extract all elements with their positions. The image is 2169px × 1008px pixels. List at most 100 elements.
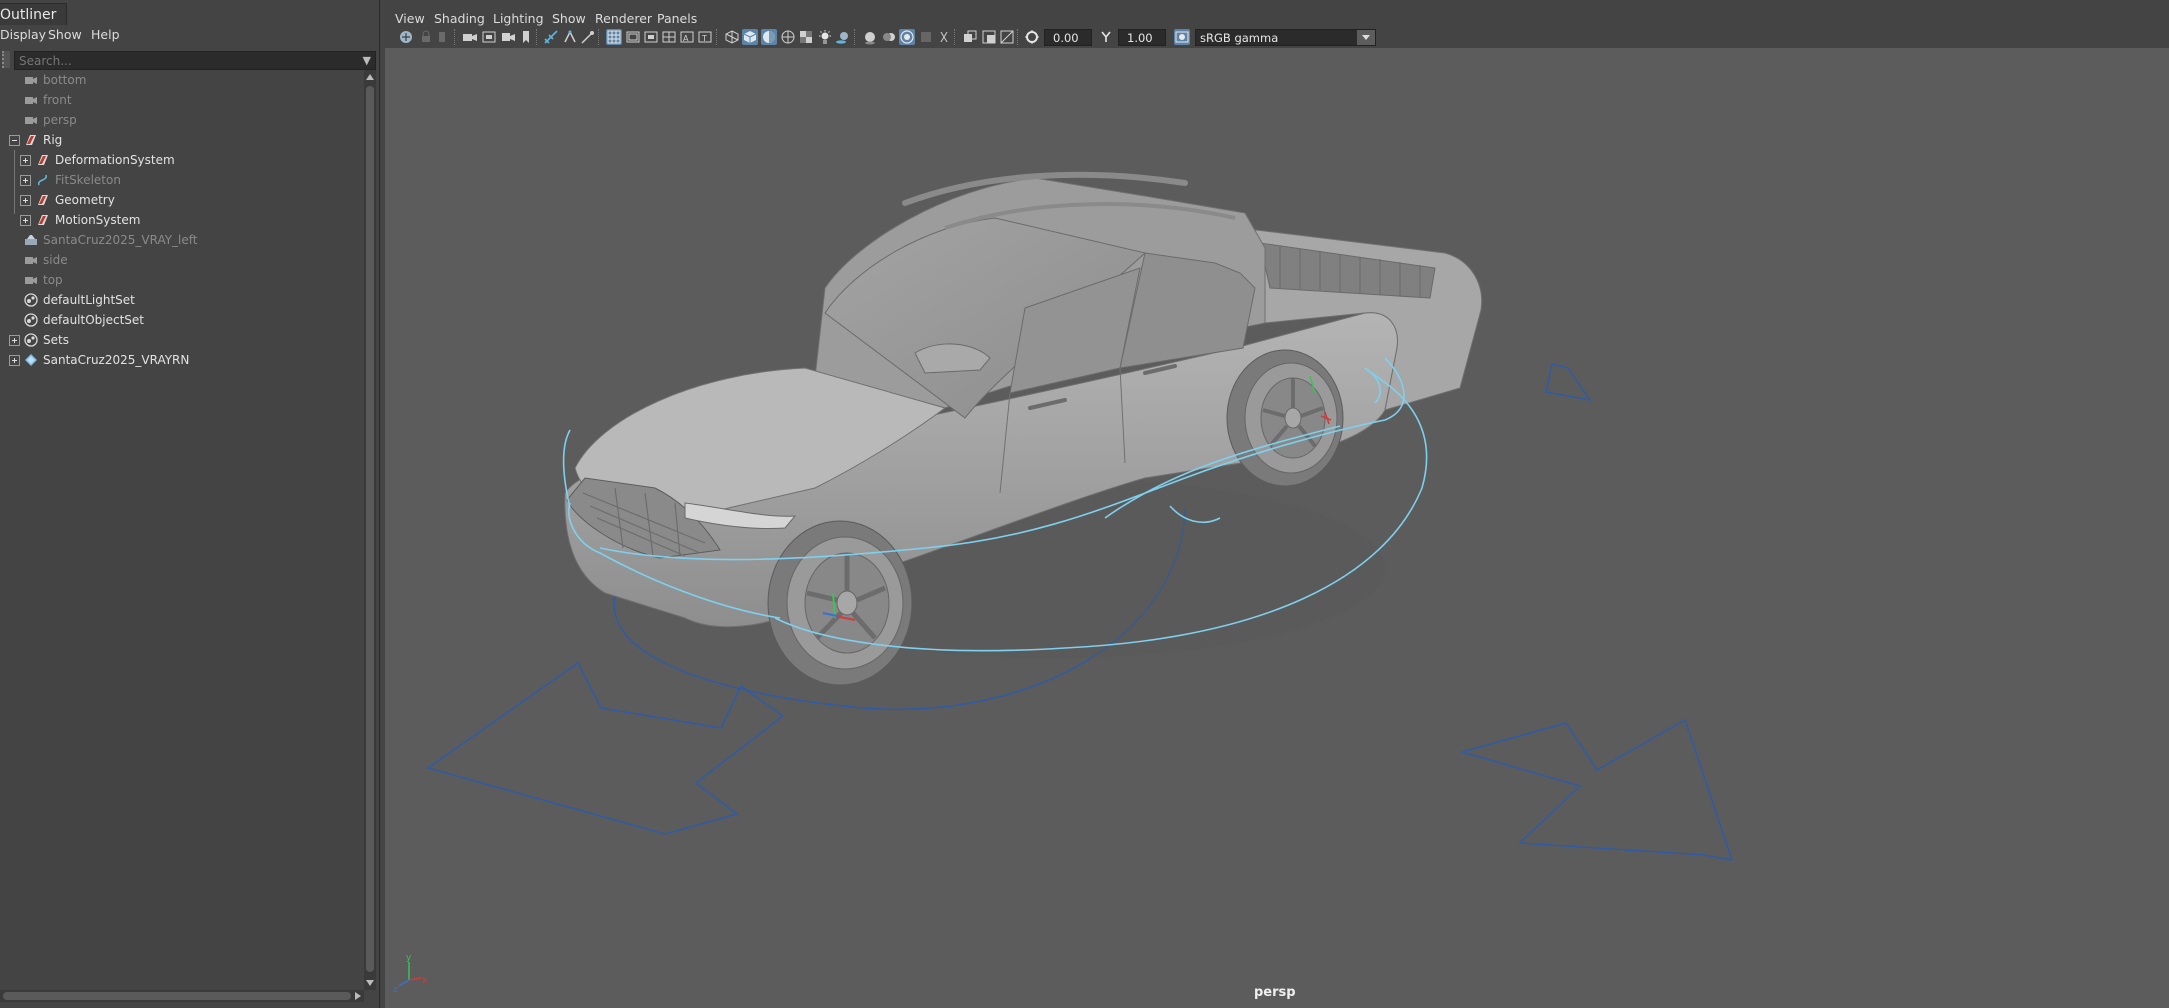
right-small-arrow bbox=[1545, 363, 1592, 402]
lock-camera-icon[interactable] bbox=[418, 29, 434, 45]
tree-item-defaultlightset[interactable]: defaultLightSet bbox=[0, 290, 362, 310]
screen-space-ao-icon[interactable] bbox=[862, 29, 878, 45]
panel-menu-lighting[interactable]: Lighting bbox=[493, 11, 544, 26]
expand-toggle[interactable] bbox=[9, 335, 20, 346]
outliner-search-input[interactable] bbox=[15, 52, 349, 69]
exposure-field[interactable]: 0.00 bbox=[1044, 29, 1092, 46]
panel-menu-show[interactable]: Show bbox=[552, 11, 586, 26]
xray-icon[interactable] bbox=[936, 29, 952, 45]
set-icon bbox=[24, 293, 38, 307]
gamma-field[interactable]: 1.00 bbox=[1118, 29, 1166, 46]
outliner-tab-title[interactable]: Outliner bbox=[0, 3, 67, 27]
expand-toggle[interactable] bbox=[20, 215, 31, 226]
panel-menu-view[interactable]: View bbox=[395, 11, 425, 26]
panel-menu-panels[interactable]: Panels bbox=[657, 11, 697, 26]
tree-item-label: MotionSystem bbox=[55, 213, 141, 227]
camera-attributes-icon[interactable] bbox=[462, 29, 478, 45]
smooth-shade-icon[interactable] bbox=[742, 29, 758, 45]
rear-right-arrow bbox=[1459, 718, 1734, 861]
expand-toggle[interactable] bbox=[20, 175, 31, 186]
bookmark-icon[interactable] bbox=[434, 29, 450, 45]
depth-of-field-icon[interactable] bbox=[918, 29, 934, 45]
camera-icon bbox=[25, 77, 37, 84]
tree-item-defaultobjectset[interactable]: defaultObjectSet bbox=[0, 310, 362, 330]
isolate-select-icon[interactable] bbox=[962, 29, 978, 45]
set-icon bbox=[24, 333, 38, 347]
outliner-tree: bottom front persp Rig DeformationSystem… bbox=[0, 70, 362, 990]
tree-item-deformationsystem[interactable]: DeformationSystem bbox=[0, 150, 362, 170]
tree-item-label: persp bbox=[43, 113, 77, 127]
group-icon bbox=[38, 195, 48, 205]
panel-menu-shading[interactable]: Shading bbox=[434, 11, 485, 26]
default-material-icon[interactable] bbox=[761, 29, 777, 45]
wireframe-shading-icon[interactable] bbox=[724, 29, 740, 45]
checker-icon[interactable] bbox=[798, 29, 814, 45]
gate-mask-icon[interactable] bbox=[643, 29, 659, 45]
tree-item-vray-light[interactable]: SantaCruz2025_VRAY_left bbox=[0, 230, 362, 250]
view-transform-icon[interactable] bbox=[1174, 29, 1190, 45]
tree-item-side[interactable]: side bbox=[0, 250, 362, 270]
tree-item-front[interactable]: front bbox=[0, 90, 362, 110]
outliner-vertical-scrollbar[interactable] bbox=[364, 70, 376, 990]
tree-item-persp[interactable]: persp bbox=[0, 110, 362, 130]
expand-toggle[interactable] bbox=[9, 355, 20, 366]
exposure-icon[interactable] bbox=[1024, 29, 1040, 45]
scroll-up-icon[interactable] bbox=[366, 74, 374, 80]
scrollbar-thumb[interactable] bbox=[366, 86, 374, 972]
safe-title-icon[interactable]: T bbox=[697, 29, 713, 45]
tree-item-motionsystem[interactable]: MotionSystem bbox=[0, 210, 362, 230]
resolution-gate-icon[interactable] bbox=[580, 29, 596, 45]
select-camera-icon[interactable] bbox=[398, 29, 414, 45]
xray-active-icon[interactable] bbox=[999, 29, 1015, 45]
field-chart-icon[interactable] bbox=[661, 29, 677, 45]
tree-item-geometry[interactable]: Geometry bbox=[0, 190, 362, 210]
image-plane-icon[interactable] bbox=[481, 29, 497, 45]
scroll-right-icon[interactable] bbox=[355, 992, 361, 1000]
wireframe-grid-icon[interactable] bbox=[606, 29, 622, 45]
anti-aliasing-icon[interactable] bbox=[899, 29, 915, 45]
film-gate-icon[interactable] bbox=[562, 29, 578, 45]
tree-item-reference[interactable]: SantaCruz2025_VRAYRN bbox=[0, 350, 362, 370]
textured-icon[interactable] bbox=[780, 29, 796, 45]
tree-item-label: Sets bbox=[43, 333, 69, 347]
tree-item-label: top bbox=[43, 273, 63, 287]
shadows-icon[interactable] bbox=[835, 29, 851, 45]
outliner-menu-show[interactable]: Show bbox=[48, 27, 82, 42]
panel-menu-renderer[interactable]: Renderer bbox=[595, 11, 652, 26]
expand-toggle[interactable] bbox=[20, 155, 31, 166]
expand-toggle[interactable] bbox=[20, 195, 31, 206]
film-gate-mask-icon[interactable] bbox=[625, 29, 641, 45]
outliner-panel: Outliner Display Show Help ▼ bottom fron… bbox=[0, 0, 380, 1008]
use-all-lights-icon[interactable] bbox=[817, 29, 833, 45]
tree-item-label: SantaCruz2025_VRAYRN bbox=[43, 353, 190, 367]
scroll-down-icon[interactable] bbox=[366, 980, 374, 986]
motion-blur-icon[interactable] bbox=[881, 29, 897, 45]
tree-item-bottom[interactable]: bottom bbox=[0, 70, 362, 90]
perspective-viewport[interactable]: y x z persp bbox=[385, 48, 2169, 1008]
toolbar-separator bbox=[536, 29, 539, 45]
tree-item-label: SantaCruz2025_VRAY_left bbox=[43, 233, 198, 247]
grid-toggle-icon[interactable] bbox=[543, 29, 559, 45]
gamma-icon[interactable] bbox=[1098, 29, 1114, 45]
chevron-down-icon[interactable]: ▼ bbox=[363, 54, 371, 67]
tree-item-top[interactable]: top bbox=[0, 270, 362, 290]
outliner-search-box[interactable]: ▼ bbox=[14, 51, 376, 70]
collapse-toggle[interactable] bbox=[9, 135, 20, 146]
svg-text:y: y bbox=[406, 953, 412, 963]
xray-joints-icon[interactable] bbox=[981, 29, 997, 45]
grease-pencil-icon[interactable] bbox=[518, 29, 534, 45]
safe-action-icon[interactable]: A bbox=[679, 29, 695, 45]
group-icon bbox=[38, 215, 48, 225]
tree-item-fitskeleton[interactable]: FitSkeleton bbox=[0, 170, 362, 190]
tree-item-sets[interactable]: Sets bbox=[0, 330, 362, 350]
color-space-dropdown[interactable]: sRGB gamma bbox=[1195, 29, 1376, 46]
outliner-menu-display[interactable]: Display bbox=[0, 27, 46, 42]
chevron-down-icon[interactable] bbox=[1357, 30, 1375, 45]
search-drag-handle[interactable] bbox=[2, 51, 10, 68]
outliner-menu-help[interactable]: Help bbox=[91, 27, 120, 42]
outliner-horizontal-scrollbar[interactable] bbox=[0, 990, 364, 1002]
tree-item-rig[interactable]: Rig bbox=[0, 130, 362, 150]
two-d-pan-icon[interactable] bbox=[500, 29, 516, 45]
camera-icon bbox=[25, 97, 37, 104]
scrollbar-thumb[interactable] bbox=[3, 992, 351, 1000]
